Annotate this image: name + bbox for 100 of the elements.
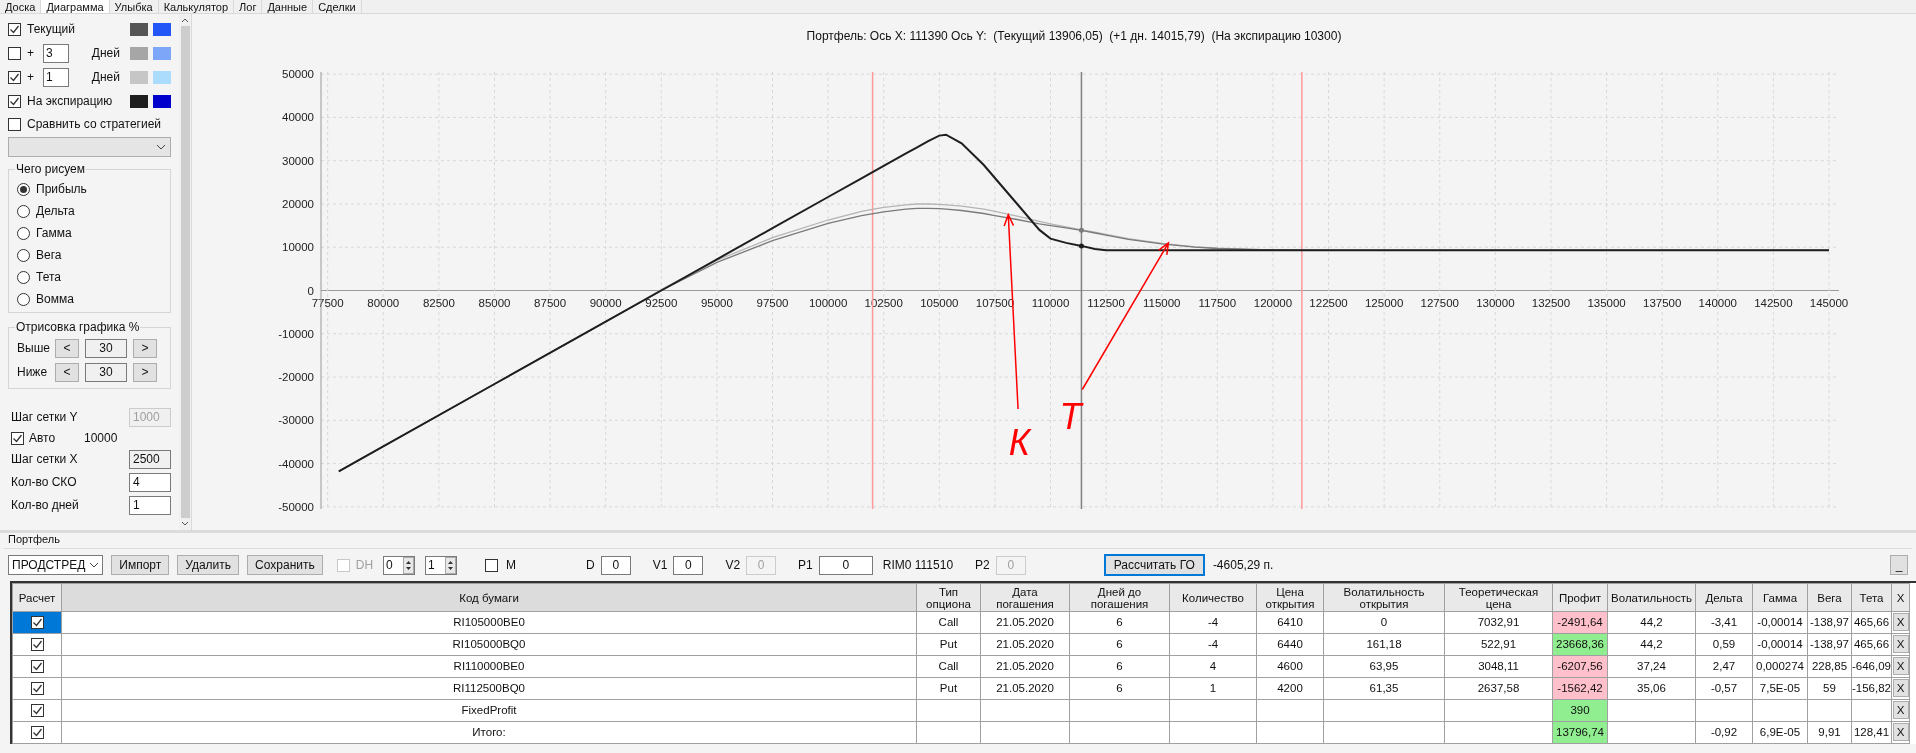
- table-cell: 35,06: [1607, 677, 1696, 700]
- x-tick-label: 132500: [1531, 296, 1571, 309]
- handwritten-note: Т: [1059, 396, 1082, 438]
- setting-label: Кол-во дней: [10, 497, 79, 514]
- setting-label: Шаг сетки X: [10, 451, 78, 468]
- table-cell: 59: [1807, 677, 1852, 700]
- y-tick-label: -50000: [278, 500, 314, 513]
- y-tick-label: 40000: [282, 111, 314, 124]
- field-label: V1: [652, 557, 668, 574]
- table-cell: 2637,58: [1444, 677, 1553, 700]
- table-cell: -4: [1169, 633, 1257, 656]
- table-cell: Call: [916, 611, 981, 634]
- y-tick-label: 10000: [282, 241, 314, 254]
- x-tick-label: 117500: [1198, 296, 1237, 309]
- table-cell: 228,85: [1807, 655, 1852, 678]
- table-cell: RI112500BQ0: [61, 677, 917, 700]
- x-tick-label: 92500: [645, 296, 678, 309]
- table-cell: -0,00014: [1752, 611, 1808, 634]
- table-cell: 6410: [1256, 611, 1324, 634]
- group-title: Отрисовка графика %: [15, 320, 141, 334]
- x-tick-label: 105000: [920, 296, 959, 309]
- table-cell: 0: [1323, 611, 1445, 634]
- x-tick-label: 100000: [808, 296, 848, 309]
- plus-sign: +: [27, 45, 35, 62]
- table-cell: -4: [1169, 611, 1257, 634]
- table-cell: 21.05.2020: [980, 677, 1070, 700]
- chart-title: Портфель: Ось X: 111390 Ось Y: (Текущий 13906,05) (+1 дн. 14015,79) (На экспирацию 10300): [805, 28, 1343, 45]
- table-cell: 6: [1069, 655, 1170, 678]
- y-tick-label: -10000: [278, 327, 314, 340]
- x-tick-label: 137500: [1643, 296, 1682, 309]
- x-tick-label: 102500: [864, 296, 903, 309]
- margin-value: -4605,29 п.: [1212, 557, 1274, 574]
- x-tick-label: 85000: [478, 296, 511, 309]
- table-cell: 21.05.2020: [980, 655, 1070, 678]
- table-cell: 465,66: [1851, 611, 1892, 634]
- group-title: Чего рисуем: [15, 162, 86, 176]
- auto-value: 10000: [84, 430, 118, 447]
- x-tick-label: 77500: [311, 296, 344, 309]
- auto-label: Авто: [29, 430, 57, 447]
- x-tick-label: 90000: [589, 296, 622, 309]
- y-tick-label: -40000: [278, 457, 314, 470]
- table-cell: -156,82: [1851, 677, 1892, 700]
- y-tick-label: -20000: [278, 370, 314, 383]
- days-label: Дней: [90, 45, 121, 62]
- setting-label: Шаг сетки Y: [10, 409, 78, 426]
- table-cell: 37,24: [1607, 655, 1696, 678]
- y-tick-label: -30000: [278, 414, 314, 427]
- x-tick-label: 115000: [1142, 296, 1181, 309]
- x-tick-label: 145000: [1809, 296, 1849, 309]
- table-cell: 465,66: [1851, 633, 1892, 656]
- x-tick-label: 127500: [1420, 296, 1459, 309]
- curve-label: На экспирацию: [27, 93, 114, 110]
- table-cell: 63,95: [1323, 655, 1445, 678]
- field-label: P2: [975, 557, 990, 574]
- table-cell: -0,92: [1695, 721, 1753, 744]
- y-tick-label: 50000: [282, 67, 314, 80]
- x-tick-label: 112500: [1087, 296, 1125, 309]
- x-tick-label: 142500: [1754, 296, 1793, 309]
- table-cell: 522,91: [1444, 633, 1553, 656]
- table-cell: 6440: [1256, 633, 1324, 656]
- field-label: P1: [798, 557, 813, 574]
- x-tick-label: 95000: [700, 296, 733, 309]
- x-tick-label: 125000: [1364, 296, 1404, 309]
- table-cell: 6: [1069, 611, 1170, 634]
- table-cell: 61,35: [1323, 677, 1445, 700]
- table-cell: 6,9E-05: [1752, 721, 1808, 744]
- x-tick-label: 87500: [534, 296, 567, 309]
- table-cell: 6: [1069, 677, 1170, 700]
- table-cell: Итого:: [61, 721, 917, 744]
- y-tick-label: 0: [307, 284, 314, 297]
- table-cell: 128,41: [1851, 721, 1892, 744]
- table-cell: 9,91: [1807, 721, 1852, 744]
- y-tick-label: 30000: [282, 154, 314, 167]
- table-cell: 3048,11: [1444, 655, 1553, 678]
- table-cell: RI110000BE0: [61, 655, 917, 678]
- table-cell: 44,2: [1607, 611, 1696, 634]
- table-cell: 1: [1169, 677, 1257, 700]
- table-cell: 0,59: [1695, 633, 1753, 656]
- table-cell: 161,18: [1323, 633, 1445, 656]
- curve-label: Текущий: [27, 21, 76, 38]
- x-tick-label: 122500: [1309, 296, 1348, 309]
- table-cell: RI105000BE0: [61, 611, 917, 634]
- x-tick-label: 120000: [1253, 296, 1293, 309]
- table-cell: 7,5E-05: [1752, 677, 1808, 700]
- table-cell: Call: [916, 655, 981, 678]
- field-label: V2: [725, 557, 741, 574]
- table-cell: Put: [916, 633, 981, 656]
- days-label: Дней: [90, 69, 121, 86]
- m-label: M: [506, 557, 517, 574]
- table-cell: FixedProfit: [61, 699, 917, 722]
- field-label: D: [586, 557, 595, 574]
- table-cell: 4200: [1256, 677, 1324, 700]
- table-cell: -138,97: [1807, 611, 1852, 634]
- table-cell: 2,47: [1695, 655, 1753, 678]
- table-cell: 0,000274: [1752, 655, 1808, 678]
- table-cell: 4: [1169, 655, 1257, 678]
- table-cell: Put: [916, 677, 981, 700]
- compare-label: Сравнить со стратегией: [27, 116, 161, 133]
- plus-sign: +: [27, 69, 35, 86]
- handwritten-note: К: [1008, 422, 1030, 464]
